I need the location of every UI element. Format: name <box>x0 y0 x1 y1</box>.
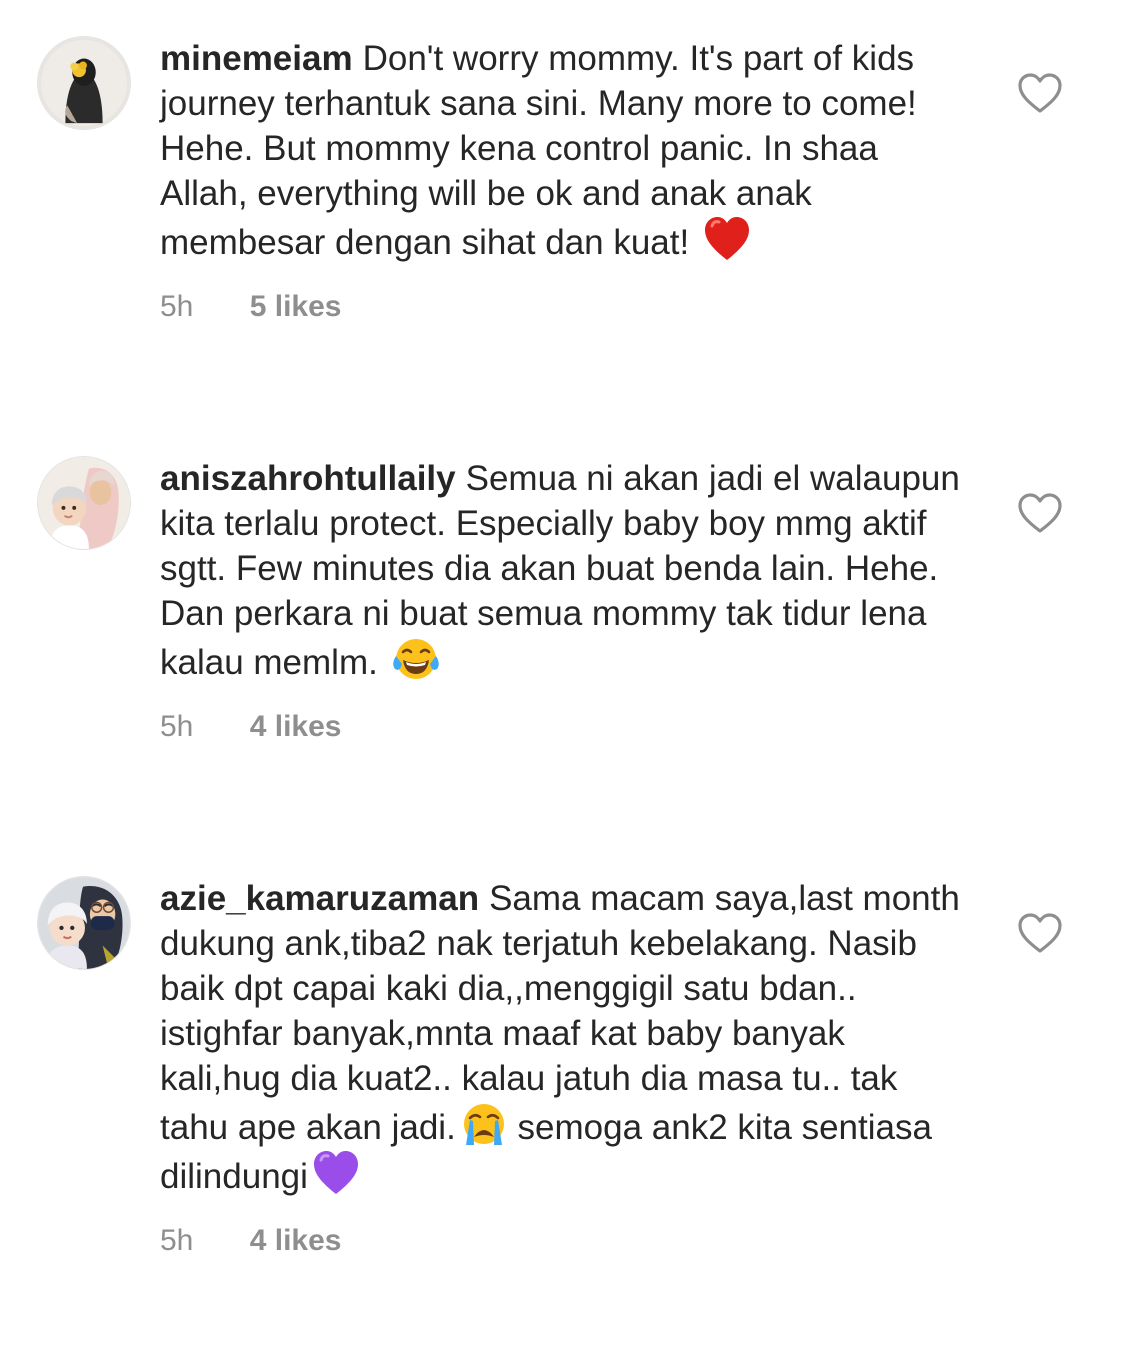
tears-of-joy-emoji-icon <box>392 636 440 682</box>
avatar[interactable] <box>37 36 131 130</box>
comment-likes-count[interactable]: 5 likes <box>250 287 342 327</box>
comment-message: Sama macam saya,last month dukung ank,ti… <box>160 879 960 1147</box>
comment-username[interactable]: aniszahrohtullaily <box>160 459 456 498</box>
profile-photo-family-masks-icon <box>38 877 130 969</box>
purple-heart-emoji-icon <box>312 1150 360 1196</box>
comment-meta: 5h 5 likes <box>160 287 970 327</box>
profile-photo-mother-baby-icon <box>38 457 130 549</box>
red-heart-emoji-icon <box>703 216 751 262</box>
avatar[interactable] <box>37 876 131 970</box>
comment-body: minemeiam Don't worry mommy. It's part of… <box>160 36 970 327</box>
comment-timestamp: 5h <box>160 290 194 323</box>
comment-username[interactable]: minemeiam <box>160 39 353 78</box>
comment-meta: 5h 4 likes <box>160 1221 970 1261</box>
like-heart-icon[interactable] <box>1017 912 1063 954</box>
avatar[interactable] <box>37 456 131 550</box>
comment-text: azie_kamaruzaman Sama macam saya,last mon… <box>160 876 970 1199</box>
comment-likes-count[interactable]: 4 likes <box>250 707 342 747</box>
comment-text: minemeiam Don't worry mommy. It's part of… <box>160 36 970 265</box>
comment-username[interactable]: azie_kamaruzaman <box>160 879 479 918</box>
comment-likes-count[interactable]: 4 likes <box>250 1221 342 1261</box>
comment-timestamp: 5h <box>160 710 194 743</box>
like-heart-icon[interactable] <box>1017 72 1063 114</box>
comment-body: azie_kamaruzaman Sama macam saya,last mon… <box>160 876 970 1261</box>
crying-face-emoji-icon <box>460 1101 508 1147</box>
like-heart-icon[interactable] <box>1017 492 1063 534</box>
profile-photo-hijab-flower-icon <box>38 37 130 129</box>
comment-meta: 5h 4 likes <box>160 707 970 747</box>
comment-text: aniszahrohtullaily Semua ni akan jadi el … <box>160 456 970 685</box>
comment-body: aniszahrohtullaily Semua ni akan jadi el … <box>160 456 970 747</box>
comment-timestamp: 5h <box>160 1224 194 1257</box>
